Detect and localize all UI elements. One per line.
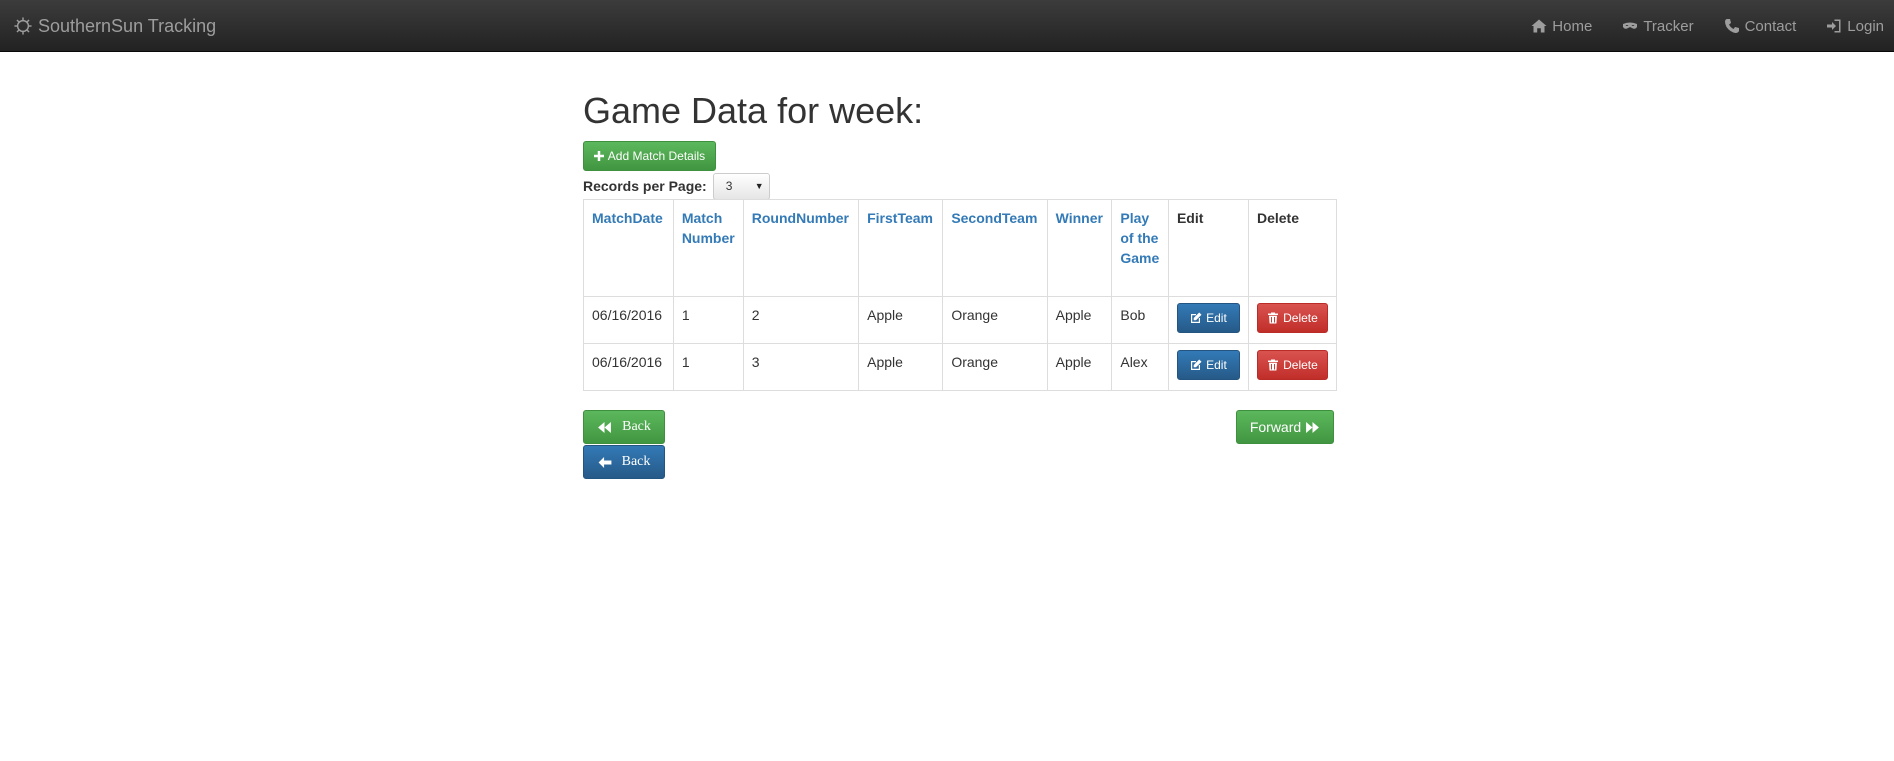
delete-label: Delete bbox=[1283, 358, 1318, 372]
cell-secondteam: Orange bbox=[942, 343, 1048, 391]
nav-tracker-label: Tracker bbox=[1643, 17, 1694, 35]
cell-secondteam: Orange bbox=[942, 296, 1048, 344]
home-icon bbox=[1531, 19, 1547, 33]
cell-winner: Apple bbox=[1046, 296, 1113, 344]
page-title: Game Data for week: bbox=[583, 90, 924, 131]
table-header-row: MatchDate Match Number RoundNumber First… bbox=[583, 199, 1338, 297]
pager-forward-button[interactable]: Forward bbox=[1236, 410, 1334, 444]
game-data-table: MatchDate Match Number RoundNumber First… bbox=[583, 199, 1338, 391]
back-button[interactable]: Back bbox=[583, 445, 665, 479]
trash-icon bbox=[1268, 312, 1279, 324]
brand-title: SouthernSun Tracking bbox=[38, 15, 217, 36]
edit-label: Edit bbox=[1206, 311, 1227, 325]
col-header-match-number[interactable]: Match Number bbox=[672, 199, 744, 297]
fast-backward-icon bbox=[598, 421, 612, 433]
sun-gear-icon bbox=[14, 17, 32, 35]
table-row: 06/16/2016 1 3 Apple Orange Apple Alex E… bbox=[583, 343, 1338, 391]
login-icon bbox=[1827, 19, 1841, 33]
col-header-roundnumber[interactable]: RoundNumber bbox=[742, 199, 860, 297]
cell-firstteam: Apple bbox=[858, 343, 944, 391]
edit-button[interactable]: Edit bbox=[1176, 303, 1240, 333]
nav-contact-label: Contact bbox=[1744, 17, 1797, 35]
nav-contact[interactable]: Contact bbox=[1709, 0, 1812, 52]
nav-login[interactable]: Login bbox=[1811, 0, 1894, 52]
col-header-secondteam[interactable]: SecondTeam bbox=[942, 199, 1048, 297]
col-header-play-of-the-game[interactable]: Play of the Game bbox=[1111, 199, 1169, 297]
nav-home[interactable]: Home bbox=[1516, 0, 1607, 52]
cell-play-of-the-game: Alex bbox=[1111, 343, 1169, 391]
records-per-page-label: Records per Page: bbox=[583, 178, 707, 194]
delete-label: Delete bbox=[1283, 311, 1318, 325]
edit-icon bbox=[1191, 359, 1202, 370]
cell-matchdate: 06/16/2016 bbox=[583, 343, 674, 391]
col-header-firstteam[interactable]: FirstTeam bbox=[858, 199, 944, 297]
brand-link[interactable]: SouthernSun Tracking bbox=[14, 0, 216, 52]
edit-button[interactable]: Edit bbox=[1176, 350, 1240, 380]
cell-winner: Apple bbox=[1046, 343, 1113, 391]
col-header-matchdate[interactable]: MatchDate bbox=[583, 199, 674, 297]
cell-firstteam: Apple bbox=[858, 296, 944, 344]
col-header-delete: Delete bbox=[1247, 199, 1338, 297]
pager-forward-label: Forward bbox=[1249, 419, 1302, 435]
nav-login-label: Login bbox=[1847, 17, 1884, 35]
pager-back-button[interactable]: Back bbox=[583, 410, 665, 444]
edit-icon bbox=[1191, 312, 1202, 323]
arrow-left-icon bbox=[598, 456, 612, 468]
records-per-page-select[interactable]: 3 ▼ bbox=[712, 172, 770, 200]
nav-tracker[interactable]: Tracker bbox=[1607, 0, 1708, 52]
cell-edit: Edit bbox=[1167, 343, 1249, 391]
add-match-label: Add Match Details bbox=[607, 149, 706, 163]
fast-forward-icon bbox=[1306, 421, 1320, 433]
cell-match-number: 1 bbox=[672, 296, 744, 344]
col-header-edit: Edit bbox=[1167, 199, 1249, 297]
back-label: Back bbox=[621, 454, 651, 469]
phone-icon bbox=[1724, 19, 1739, 33]
cell-match-number: 1 bbox=[672, 343, 744, 391]
cell-delete: Delete bbox=[1247, 296, 1338, 344]
delete-button[interactable]: Delete bbox=[1256, 303, 1328, 333]
plus-icon bbox=[593, 151, 604, 161]
cell-roundnumber: 2 bbox=[742, 296, 860, 344]
table-row: 06/16/2016 1 2 Apple Orange Apple Bob Ed… bbox=[583, 296, 1338, 344]
cell-play-of-the-game: Bob bbox=[1111, 296, 1169, 344]
col-header-winner[interactable]: Winner bbox=[1046, 199, 1113, 297]
cell-roundnumber: 3 bbox=[742, 343, 860, 391]
edit-label: Edit bbox=[1206, 358, 1227, 372]
cell-edit: Edit bbox=[1167, 296, 1249, 344]
top-navbar: SouthernSun Tracking Home Tracker Contac… bbox=[0, 0, 1894, 52]
trash-icon bbox=[1268, 359, 1279, 371]
delete-button[interactable]: Delete bbox=[1256, 350, 1328, 380]
records-per-page: Records per Page: 3 ▼ bbox=[583, 172, 770, 200]
pager-back-label: Back bbox=[622, 419, 651, 434]
eye-mask-icon bbox=[1623, 22, 1638, 29]
nav-home-label: Home bbox=[1552, 17, 1593, 35]
chevron-down-icon: ▼ bbox=[754, 181, 764, 191]
cell-matchdate: 06/16/2016 bbox=[583, 296, 674, 344]
records-per-page-value: 3 bbox=[725, 179, 733, 193]
nav-links: Home Tracker Contact Login bbox=[1516, 0, 1894, 52]
add-match-button[interactable]: Add Match Details bbox=[583, 141, 716, 171]
cell-delete: Delete bbox=[1247, 343, 1338, 391]
